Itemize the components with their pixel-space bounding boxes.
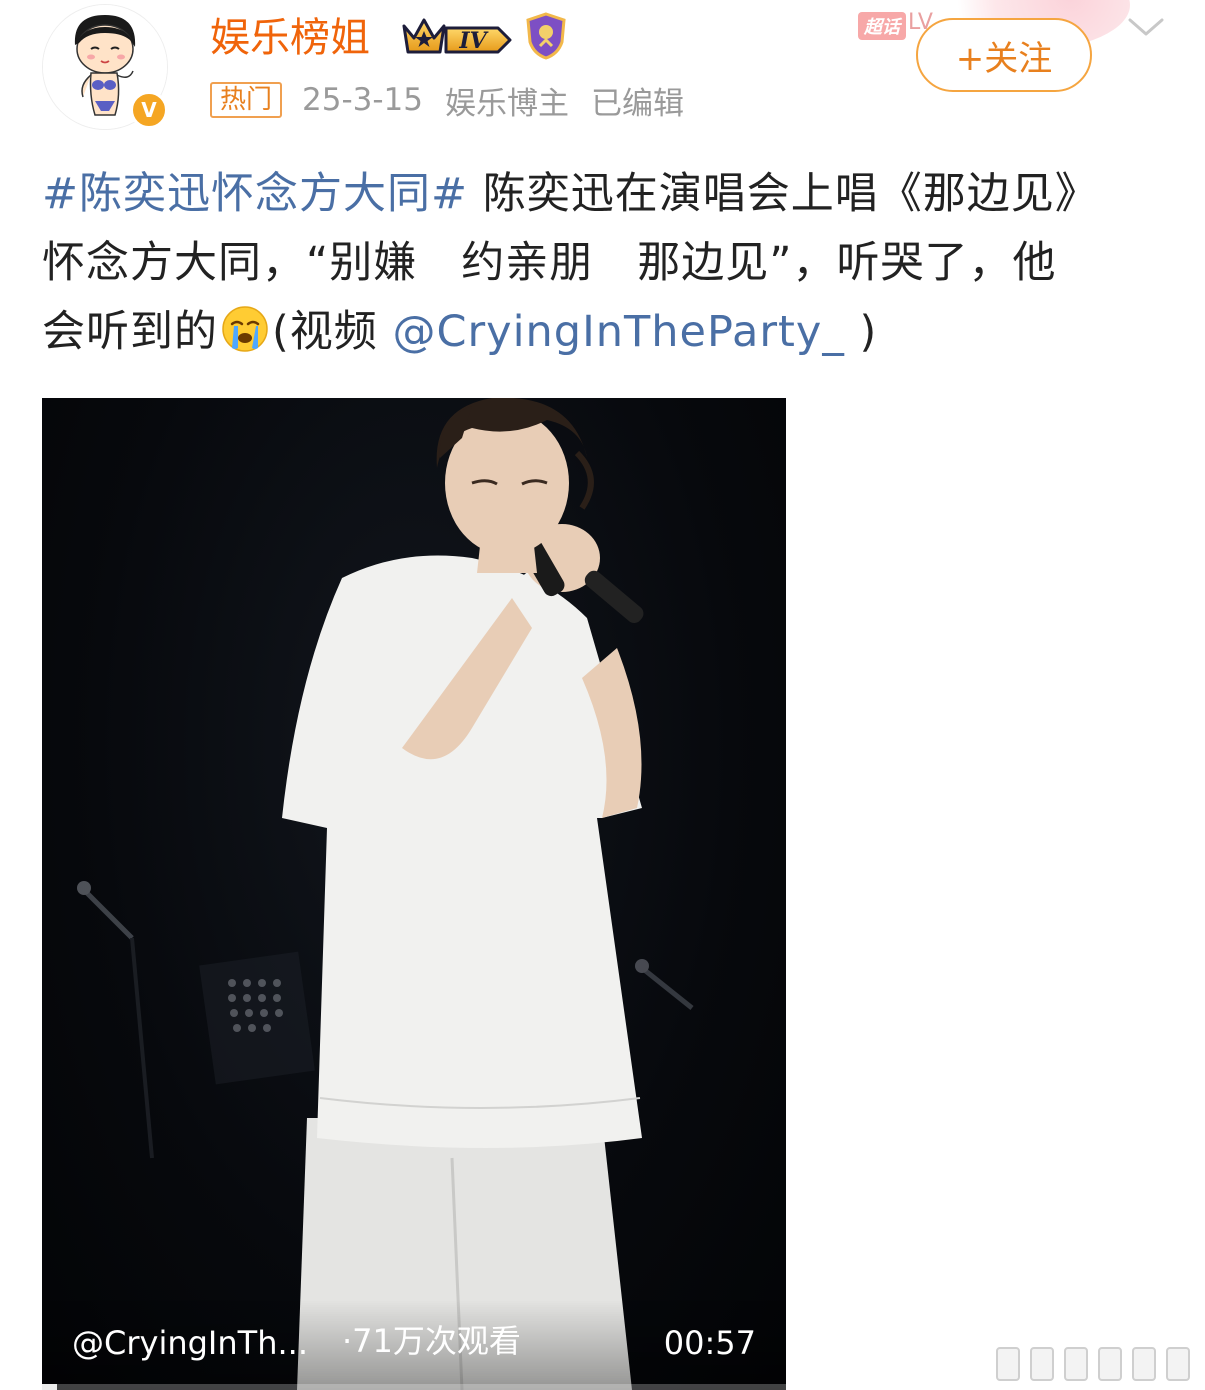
- post-text-3: 会听到的: [42, 307, 218, 357]
- chaohua-tag: 超话: [858, 12, 906, 40]
- post-line-3: 会听到的 (视频 @CryingInTheParty_ ): [42, 298, 1167, 367]
- watermark-mark: [1166, 1347, 1190, 1381]
- hot-tag[interactable]: 热门: [210, 82, 283, 118]
- video-progress-fill: [42, 1384, 57, 1390]
- verified-mark-icon: V: [141, 98, 157, 122]
- watermark: [996, 1346, 1196, 1382]
- author-name[interactable]: 娱乐榜姐: [210, 10, 370, 66]
- watermark-mark: [1030, 1347, 1054, 1381]
- chevron-down-icon[interactable]: [1126, 12, 1166, 42]
- video-views: ·71万次观看: [342, 1322, 521, 1360]
- follow-button[interactable]: +关注: [916, 18, 1092, 92]
- watermark-mark: [1132, 1347, 1156, 1381]
- post-line-2: 怀念方大同，“别嫌 约亲朋 那边见”，听哭了，他: [42, 238, 1057, 288]
- watermark-mark: [996, 1347, 1020, 1381]
- verified-badge: V: [130, 91, 168, 129]
- post-date: 25-3-15: [302, 82, 424, 118]
- crying-emoji-icon: [222, 306, 268, 352]
- video-progress-bar[interactable]: [42, 1384, 786, 1390]
- post-text-1: 陈奕迅在演唱会上唱《那边见》: [468, 169, 1099, 219]
- follow-label: +关注: [955, 38, 1053, 79]
- hashtag-link[interactable]: #陈奕迅怀念方大同#: [42, 169, 468, 219]
- post-body: #陈奕迅怀念方大同# 陈奕迅在演唱会上唱《那边见》 怀念方大同，“别嫌 约亲朋 …: [42, 160, 1167, 367]
- video-player[interactable]: @CryingInTh... ·71万次观看 00:57: [42, 398, 786, 1390]
- shield-badge-icon[interactable]: [524, 12, 568, 60]
- post-line-1: #陈奕迅怀念方大同# 陈奕迅在演唱会上唱《那边见》: [42, 160, 1167, 229]
- level-badge-text: IV: [458, 28, 488, 54]
- crown-badge-icon[interactable]: IV: [400, 14, 516, 60]
- watermark-mark: [1098, 1347, 1122, 1381]
- post-meta: 热门 25-3-15 娱乐博主 已编辑: [210, 78, 706, 122]
- video-duration: 00:57: [663, 1324, 756, 1362]
- author-role: 娱乐博主: [445, 85, 570, 122]
- video-credit-suffix: ): [844, 307, 878, 357]
- edited-label[interactable]: 已编辑: [591, 78, 684, 123]
- watermark-mark: [1064, 1347, 1088, 1381]
- video-credit-prefix: (视频: [272, 307, 393, 357]
- video-frame: [77, 398, 694, 1390]
- video-author[interactable]: @CryingInTh...: [72, 1324, 308, 1362]
- mention-link[interactable]: @CryingInTheParty_: [392, 307, 844, 357]
